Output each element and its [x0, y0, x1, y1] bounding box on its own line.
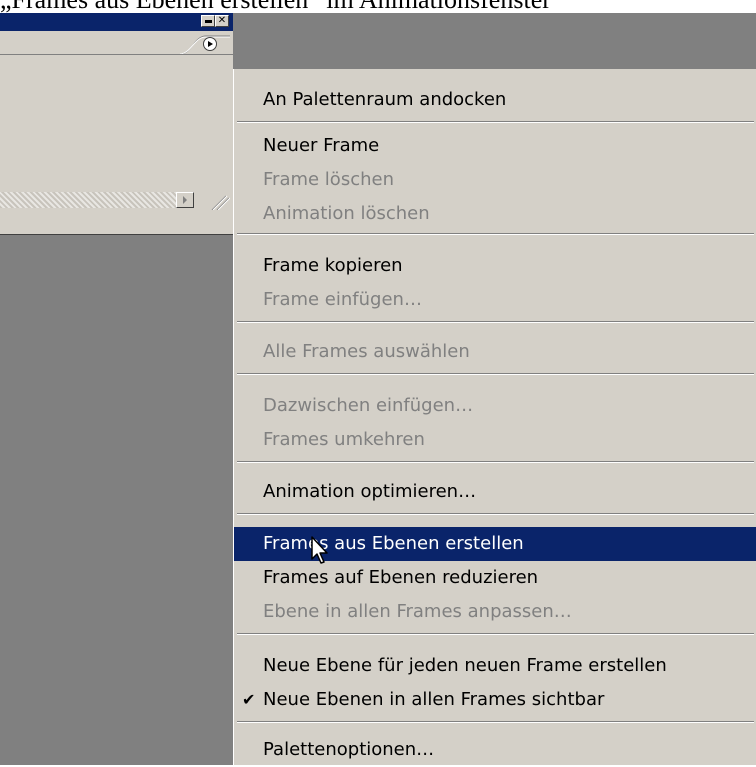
- menu-item-label: Neue Ebenen in allen Frames sichtbar: [263, 689, 605, 710]
- palette-context-menu: An Palettenraum andocken Neuer Frame Fra…: [233, 69, 756, 765]
- menu-separator: [237, 513, 754, 515]
- menu-item-dock-to-palette-well[interactable]: An Palettenraum andocken: [234, 83, 756, 117]
- menu-separator: [237, 321, 754, 323]
- menu-separator: [237, 461, 754, 463]
- menu-separator: [237, 373, 754, 375]
- menu-separator: [237, 633, 754, 635]
- menu-item-flatten-frames-into-layers[interactable]: Frames auf Ebenen reduzieren: [234, 561, 756, 595]
- palette-menu-button[interactable]: [203, 37, 217, 51]
- menu-item-copy-frame[interactable]: Frame kopieren: [234, 249, 756, 283]
- menu-item-select-all-frames[interactable]: Alle Frames auswählen: [234, 335, 756, 369]
- menu-item-delete-frame[interactable]: Frame löschen: [234, 163, 756, 197]
- checkmark-icon: ✔: [242, 690, 256, 709]
- menu-separator: [237, 721, 754, 723]
- menu-item-match-layer-across-frames[interactable]: Ebene in allen Frames anpassen…: [234, 595, 756, 629]
- menu-item-new-frame[interactable]: Neuer Frame: [234, 129, 756, 163]
- resize-grip-icon[interactable]: [200, 192, 230, 210]
- close-button[interactable]: ✕: [215, 15, 229, 27]
- menu-item-new-layers-visible-all-frames[interactable]: ✔ Neue Ebenen in allen Frames sichtbar: [234, 683, 756, 717]
- palette-titlebar[interactable]: ✕: [0, 13, 233, 31]
- menu-item-optimize-animation[interactable]: Animation optimieren…: [234, 475, 756, 509]
- mouse-pointer-icon: [311, 536, 328, 564]
- minimize-button[interactable]: [201, 15, 215, 27]
- workspace-background: [233, 13, 756, 69]
- minimize-icon: [205, 20, 212, 23]
- menu-item-new-layer-each-frame[interactable]: Neue Ebene für jeden neuen Frame erstell…: [234, 649, 756, 683]
- scroll-right-button[interactable]: [176, 192, 194, 208]
- menu-item-delete-animation[interactable]: Animation löschen: [234, 197, 756, 231]
- menu-item-paste-frame[interactable]: Frame einfügen…: [234, 283, 756, 317]
- scroll-track[interactable]: [0, 192, 176, 208]
- document-caption: „Frames aus Ebenen erstellen“ im Animati…: [0, 0, 756, 13]
- menu-item-reverse-frames[interactable]: Frames umkehren: [234, 423, 756, 457]
- menu-separator: [237, 233, 754, 235]
- menu-item-palette-options[interactable]: Palettenoptionen…: [234, 733, 756, 767]
- palette-tab-row: [0, 31, 233, 55]
- menu-item-tween[interactable]: Dazwischen einfügen…: [234, 389, 756, 423]
- palette-scrollbar[interactable]: [0, 189, 233, 211]
- close-icon: ✕: [217, 15, 227, 26]
- menu-separator: [237, 121, 754, 123]
- animation-palette: ✕: [0, 13, 233, 765]
